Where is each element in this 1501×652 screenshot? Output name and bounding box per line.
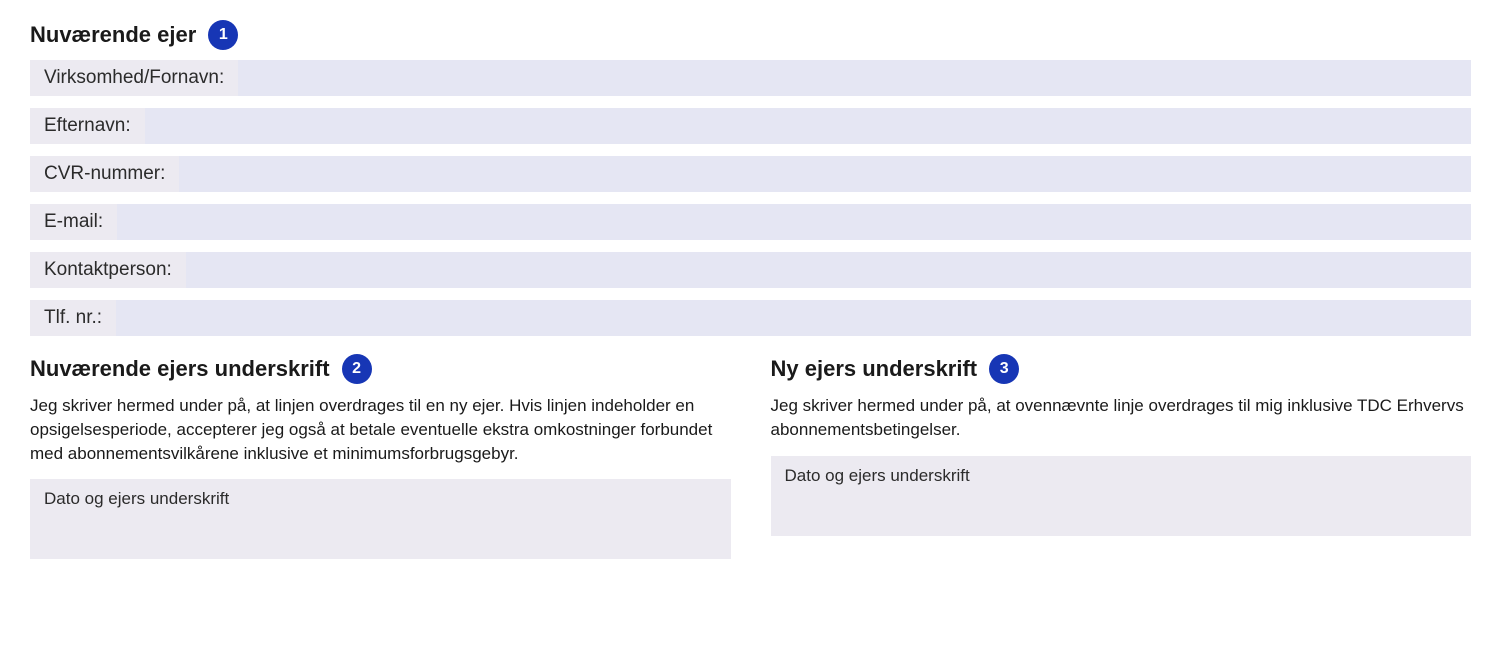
signature-box-current[interactable]: Dato og ejers underskrift — [30, 479, 731, 559]
cvr-input[interactable] — [179, 156, 1471, 192]
field-row-company: Virksomhed/Fornavn: — [30, 60, 1471, 96]
field-label: Kontaktperson: — [30, 252, 186, 288]
signatures-row: Nuværende ejers underskrift 2 Jeg skrive… — [30, 354, 1471, 559]
signature-heading-current: Nuværende ejers underskrift — [30, 356, 330, 382]
current-owner-signature-col: Nuværende ejers underskrift 2 Jeg skrive… — [30, 354, 731, 559]
section-heading-row: Nuværende ejers underskrift 2 — [30, 354, 731, 384]
section-heading-row: Nuværende ejer 1 — [30, 20, 1471, 50]
section-heading-row: Ny ejers underskrift 3 — [771, 354, 1472, 384]
field-label: CVR-nummer: — [30, 156, 179, 192]
lastname-input[interactable] — [145, 108, 1471, 144]
new-owner-signature-col: Ny ejers underskrift 3 Jeg skriver herme… — [771, 354, 1472, 559]
field-label: E-mail: — [30, 204, 117, 240]
email-input[interactable] — [117, 204, 1471, 240]
company-firstname-input[interactable] — [238, 60, 1471, 96]
signature-box-label: Dato og ejers underskrift — [44, 489, 229, 508]
step-badge-2: 2 — [342, 354, 372, 384]
signature-consent-text-new: Jeg skriver hermed under på, at ovennævn… — [771, 394, 1472, 442]
field-row-cvr: CVR-nummer: — [30, 156, 1471, 192]
current-owner-section: Nuværende ejer 1 Virksomhed/Fornavn: Eft… — [30, 20, 1471, 336]
phone-input[interactable] — [116, 300, 1471, 336]
signature-box-new[interactable]: Dato og ejers underskrift — [771, 456, 1472, 536]
field-row-contact: Kontaktperson: — [30, 252, 1471, 288]
section-heading: Nuværende ejer — [30, 22, 196, 48]
contact-person-input[interactable] — [186, 252, 1471, 288]
field-label: Tlf. nr.: — [30, 300, 116, 336]
field-label: Efternavn: — [30, 108, 145, 144]
step-badge-3: 3 — [989, 354, 1019, 384]
signature-box-label: Dato og ejers underskrift — [785, 466, 970, 485]
signature-consent-text-current: Jeg skriver hermed under på, at linjen o… — [30, 394, 731, 465]
field-row-lastname: Efternavn: — [30, 108, 1471, 144]
step-badge-1: 1 — [208, 20, 238, 50]
field-label: Virksomhed/Fornavn: — [30, 60, 238, 96]
field-row-phone: Tlf. nr.: — [30, 300, 1471, 336]
signature-heading-new: Ny ejers underskrift — [771, 356, 978, 382]
field-row-email: E-mail: — [30, 204, 1471, 240]
